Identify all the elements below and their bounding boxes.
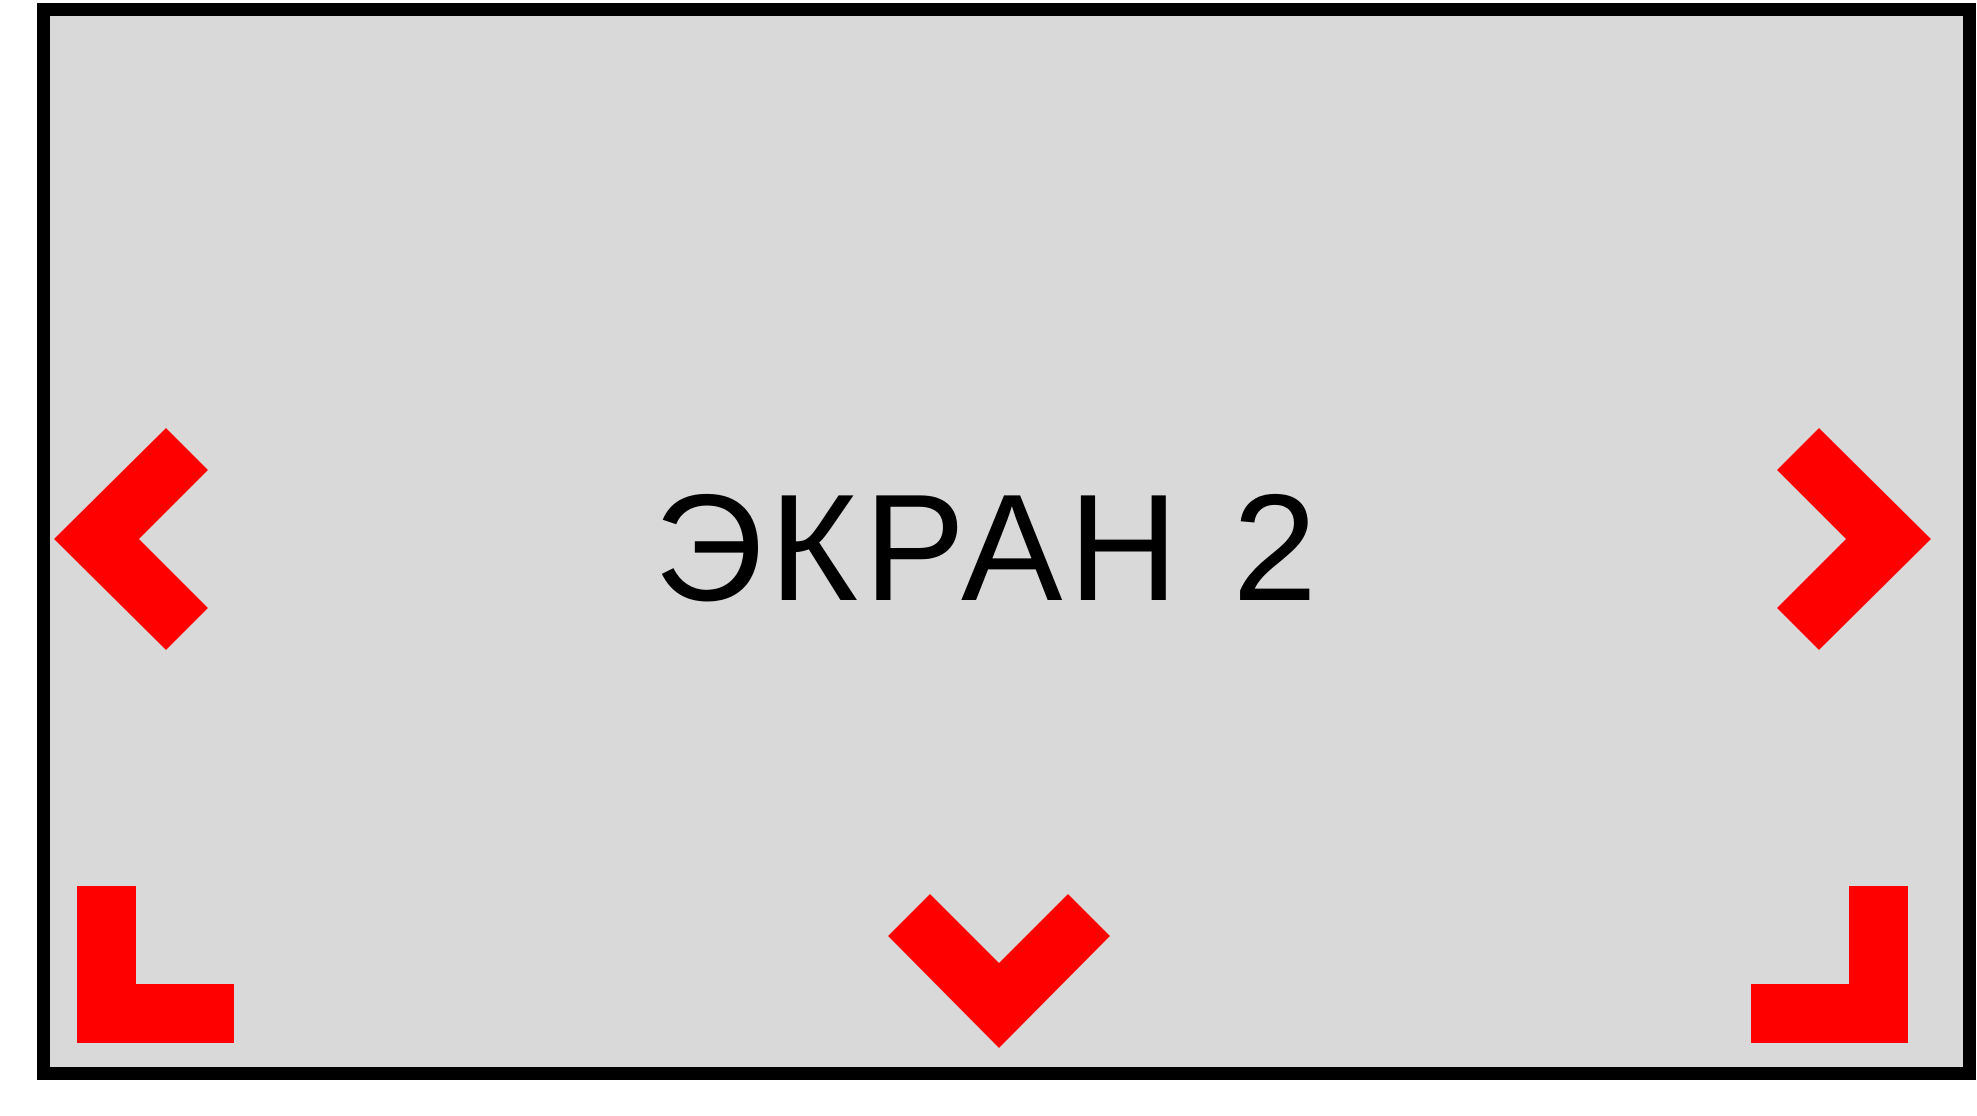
chevron-right-icon [1777,428,1931,650]
nav-left-button[interactable] [54,428,208,650]
nav-bottom-left-button[interactable] [77,886,234,1043]
screen-title: ЭКРАН 2 [654,463,1323,633]
chevron-down-icon [888,894,1110,1048]
nav-down-button[interactable] [888,894,1110,1048]
nav-bottom-right-button[interactable] [1751,886,1908,1043]
nav-right-button[interactable] [1777,428,1931,650]
chevron-left-icon [54,428,208,650]
corner-bottom-right-icon [1751,886,1908,1043]
corner-bottom-left-icon [77,886,234,1043]
